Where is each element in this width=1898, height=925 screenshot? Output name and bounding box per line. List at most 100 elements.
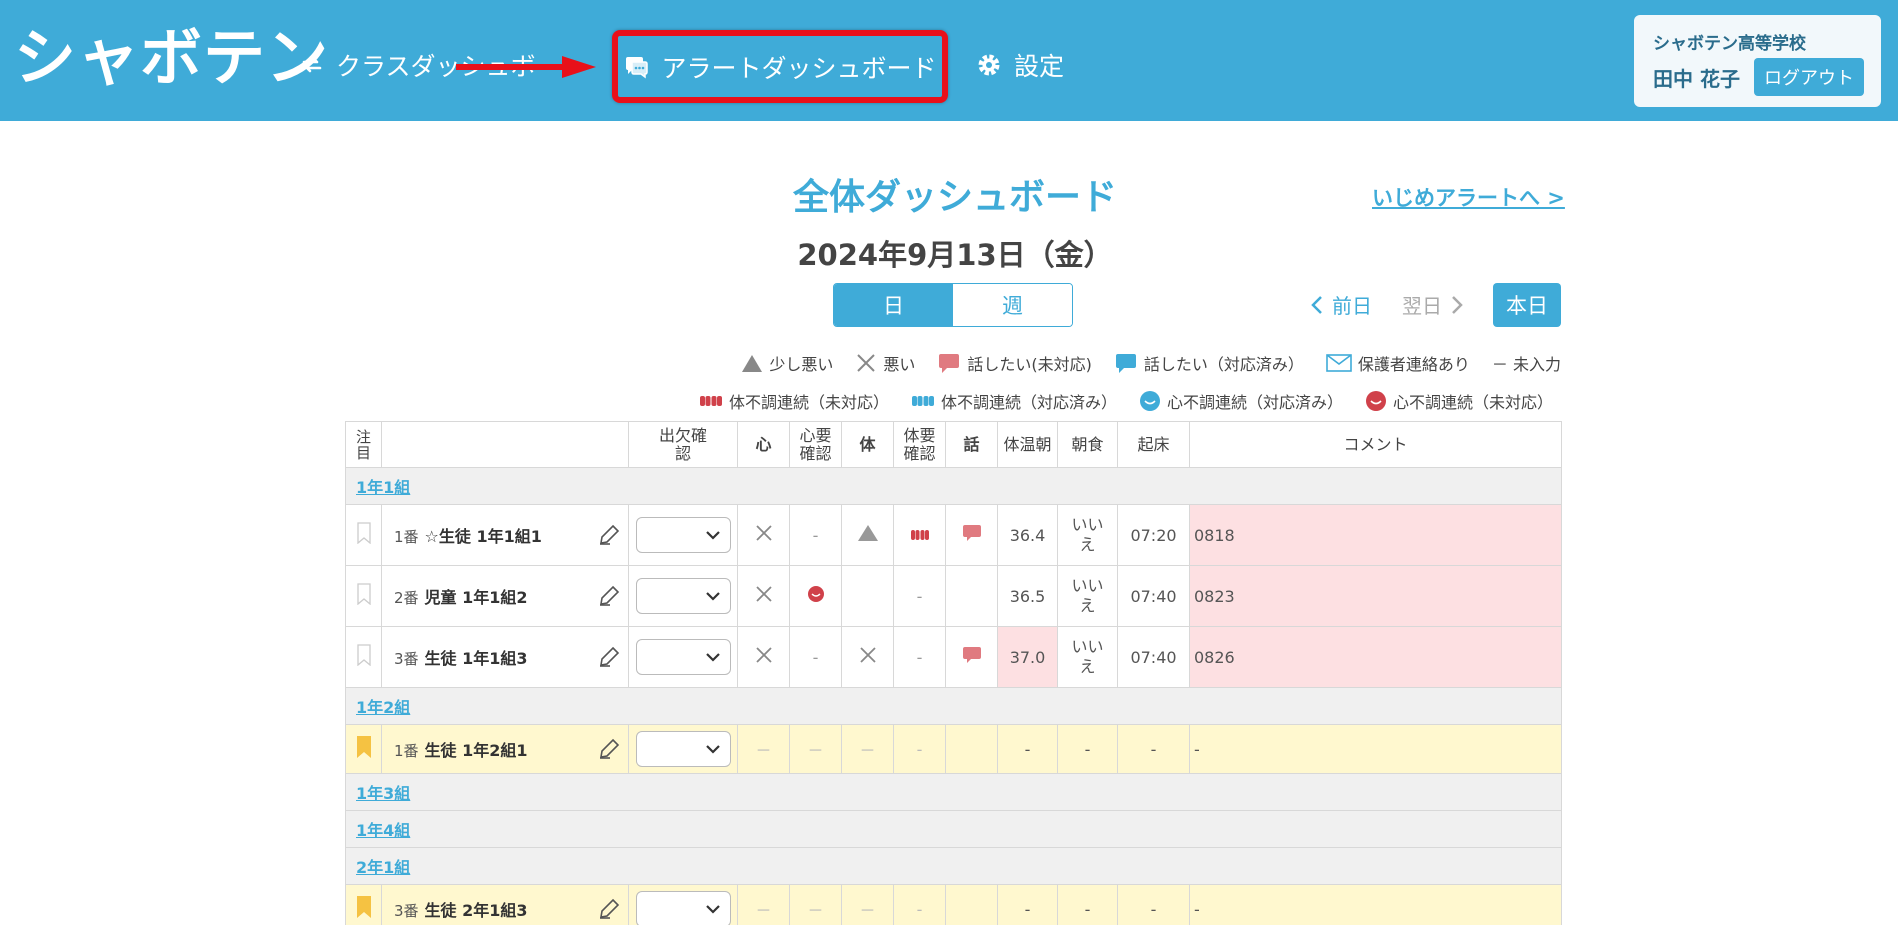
envelope-icon [1326,354,1352,372]
col-breakfast: 朝食 [1057,421,1118,468]
edit-icon[interactable] [598,738,620,760]
user-name: 田中 花子 [1653,67,1740,91]
triangle-icon [857,525,878,541]
body-unhandled-icon [699,394,723,408]
wake-cell: - [1117,724,1190,774]
talk-unhandled-icon [962,647,981,663]
attendance-select[interactable] [635,578,731,614]
talk-cell [945,626,998,688]
bookmark-filled-icon [356,736,371,758]
attendance-select[interactable] [635,517,731,553]
next-day-label: 翌日 [1402,294,1442,318]
group-row: 1年4組 [345,810,1562,848]
student-name[interactable]: 生徒 2年1組3 [425,901,528,920]
mind-check-cell: － [789,724,842,774]
col-name [381,421,629,468]
mind-cell [737,626,790,688]
attendance-select[interactable] [635,639,731,675]
group-row: 1年2組 [345,687,1562,725]
tab-day[interactable]: 日 [834,284,953,326]
bookmark-toggle[interactable] [345,884,382,925]
legend-item: 体不調連続（対応済み） [911,389,1117,413]
chevron-left-icon [1311,295,1322,314]
user-box: シャボテン高等学校 田中 花子 ログアウト [1634,15,1881,107]
group-link[interactable]: 1年2組 [356,698,410,717]
attendance-select[interactable] [635,891,731,925]
bookmark-toggle[interactable] [345,626,382,688]
table-row: 1番 生徒 1年2組1 － － － - - - - - [345,724,1562,774]
group-link[interactable]: 2年1組 [356,858,410,877]
edit-icon[interactable] [598,585,620,607]
nav-alert-dashboard[interactable]: アラートダッシュボード [612,30,948,103]
chevron-down-icon [705,592,720,601]
next-day-button[interactable]: 翌日 [1402,290,1464,319]
attendance-cell [628,884,738,925]
wake-cell: 07:40 [1117,626,1190,688]
table-row: 3番 生徒 1年1組3 - - 37.0 いいえ 07:40 0826 [345,626,1562,688]
group-row: 2年1組 [345,847,1562,885]
student-name-cell: 3番 生徒 2年1組3 [381,884,629,925]
table-row: 2番 児童 1年1組2 - 36.5 いいえ 07:40 0823 [345,565,1562,627]
cross-icon [855,352,877,374]
group-link[interactable]: 1年1組 [356,478,410,497]
student-name[interactable]: 生徒 1年2組1 [425,741,528,760]
mind-cell [737,504,790,566]
student-name[interactable]: ☆生徒 1年1組1 [425,527,542,546]
gear-icon [976,52,1002,78]
edit-icon[interactable] [598,898,620,920]
mind-check-cell: - [789,626,842,688]
talk-cell [945,504,998,566]
bookmark-filled-icon [356,896,371,918]
bookmark-toggle[interactable] [345,504,382,566]
body-check-cell: - [893,884,946,925]
ijime-alert-link[interactable]: いじめアラートへ > [1372,182,1565,212]
today-button[interactable]: 本日 [1493,283,1561,327]
edit-icon[interactable] [598,646,620,668]
edit-icon[interactable] [598,524,620,546]
wake-cell: - [1117,884,1190,925]
body-cell [841,626,894,688]
attendance-select[interactable] [635,731,731,767]
student-table: 注目 出欠確認 心 心要確認 体 体要確認 話 体温朝 朝食 起床 コメント 1… [345,421,1562,925]
cross-icon [755,586,772,602]
legend-item: 心不調連続（対応済み） [1139,389,1343,413]
table-header: 注目 出欠確認 心 心要確認 体 体要確認 話 体温朝 朝食 起床 コメント [345,421,1562,468]
col-mind-check: 心要確認 [789,421,842,468]
bookmark-outline-icon [356,644,371,667]
body-check-cell: - [893,565,946,627]
student-name[interactable]: 生徒 1年1組3 [425,649,528,668]
page-title: 全体ダッシュボード [792,177,1117,218]
table-row: 1番 ☆生徒 1年1組1 - 36.4 いいえ 07:20 0818 [345,504,1562,566]
app-logo[interactable]: シャボテン [14,18,329,98]
group-link[interactable]: 1年4組 [356,821,410,840]
attendance-cell [628,626,738,688]
legend-row-2: 体不調連続（未対応） 体不調連続（対応済み） 心不調連続（対応済み） 心不調連続… [677,389,1553,413]
legend-item: 保護者連絡あり [1326,351,1470,375]
bookmark-toggle[interactable] [345,565,382,627]
student-name[interactable]: 児童 1年1組2 [425,588,528,607]
nav-settings[interactable]: 設定 [976,30,1064,100]
talk-cell [945,565,998,627]
attendance-cell [628,565,738,627]
cross-icon [859,647,876,663]
mind-cell [737,565,790,627]
red-arrow-icon [456,56,596,78]
col-body-check: 体要確認 [893,421,946,468]
group-link[interactable]: 1年3組 [356,784,410,803]
logout-button[interactable]: ログアウト [1754,58,1864,96]
col-attendance: 出欠確認 [628,421,738,468]
chevron-down-icon [705,905,720,914]
talk-cell [945,884,998,925]
body-cell [841,565,894,627]
bookmark-toggle[interactable] [345,724,382,774]
legend-item: 話したい(未対応) [937,351,1092,375]
tab-week[interactable]: 週 [953,284,1072,326]
col-temp: 体温朝 [997,421,1058,468]
breakfast-cell: いいえ [1057,504,1118,566]
body-unhandled-icon [910,529,929,540]
mind-handled-icon [1139,390,1161,412]
triangle-icon [741,353,763,373]
body-check-cell: - [893,626,946,688]
nav-settings-label: 設定 [1014,52,1065,81]
prev-day-button[interactable]: 前日 [1310,290,1372,319]
